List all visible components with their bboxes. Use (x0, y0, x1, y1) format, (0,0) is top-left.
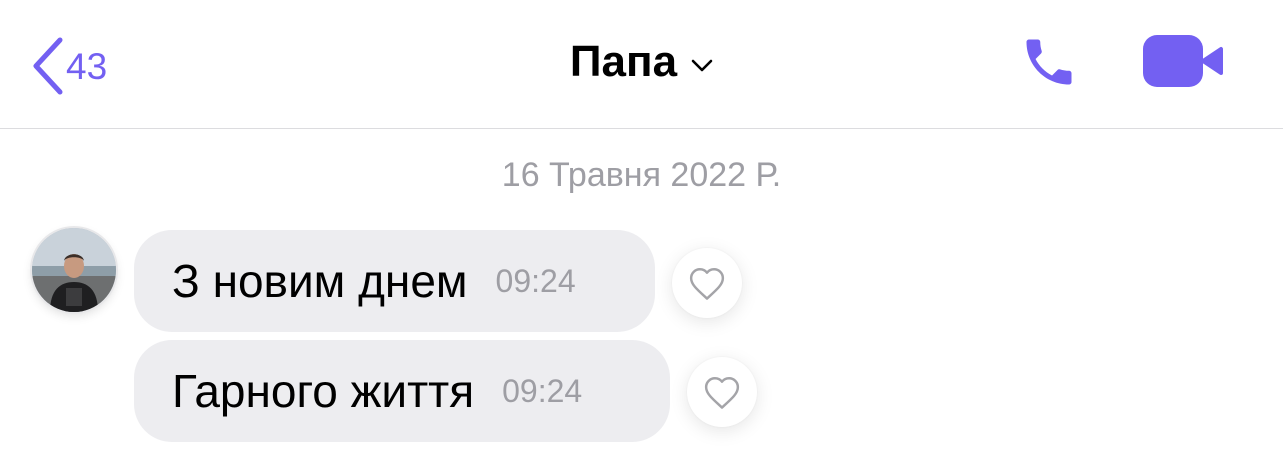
chat-header: 43 Папа (0, 0, 1283, 129)
message-text: Гарного життя (172, 365, 475, 417)
chevron-down-icon (691, 59, 713, 72)
date-separator: 16 Травня 2022 Р. (501, 156, 782, 194)
video-camera-icon (1143, 35, 1223, 87)
avatar-photo (32, 228, 116, 312)
message-text: З новим днем (172, 255, 468, 307)
title-area: Папа (0, 34, 1283, 90)
message-bubble[interactable]: З новим днем 09:24 (134, 230, 655, 332)
heart-outline-icon (689, 268, 725, 300)
video-call-button[interactable] (1141, 33, 1223, 94)
phone-icon (1026, 39, 1072, 85)
voice-call-button[interactable] (1018, 32, 1080, 97)
contact-name: Папа (569, 37, 678, 86)
message-bubble[interactable]: Гарного життя 09:24 (134, 340, 670, 442)
heart-outline-icon (704, 377, 740, 409)
avatar[interactable] (32, 228, 116, 312)
like-button[interactable] (672, 248, 742, 318)
message-time: 09:24 (502, 372, 583, 409)
message-time: 09:24 (495, 262, 576, 299)
like-button[interactable] (687, 357, 757, 427)
contact-title-button[interactable]: Папа (570, 40, 713, 84)
